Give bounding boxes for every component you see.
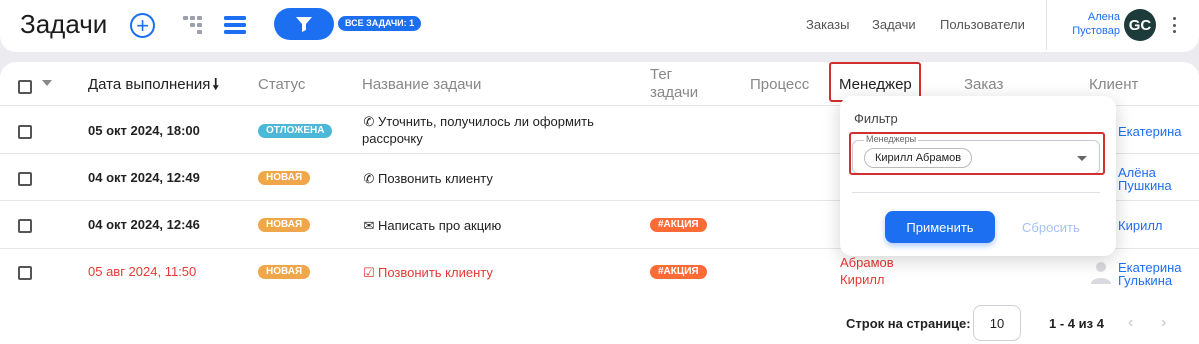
manager-first-name: Кирилл — [840, 272, 885, 287]
prev-page-icon[interactable]: ‹ — [1128, 314, 1133, 332]
row-due-date: 05 окт 2024, 18:00 — [88, 123, 200, 138]
task-link[interactable]: ✆ Позвонить клиенту — [362, 170, 493, 187]
next-page-icon[interactable]: › — [1161, 314, 1166, 332]
funnel-icon — [296, 17, 312, 32]
row-due-date: 04 окт 2024, 12:49 — [88, 170, 200, 185]
task-title: Уточнить, получилось ли оформить — [378, 114, 594, 129]
managers-select-highlight — [849, 132, 1105, 175]
filter-popup-title: Фильтр — [854, 111, 898, 126]
row-due-date: 04 окт 2024, 12:46 — [88, 217, 200, 232]
column-task-name[interactable]: Название задачи — [362, 76, 481, 94]
column-tag-line1: Тег — [650, 66, 673, 83]
add-task-button[interactable]: + — [130, 13, 155, 38]
rows-per-page-select[interactable]: 10 — [973, 305, 1021, 341]
task-title: Написать про акцию — [378, 218, 502, 233]
avatar[interactable]: GC — [1124, 9, 1156, 41]
header-divider — [1046, 0, 1047, 50]
user-placeholder-icon — [1091, 262, 1111, 284]
client-name: Екатерина — [1118, 124, 1182, 139]
column-client[interactable]: Клиент — [1089, 76, 1138, 94]
task-link[interactable]: ✉ Написать про акцию — [362, 217, 502, 234]
client-last-name: Пушкина — [1118, 178, 1172, 193]
user-last-name: Пустовар — [1072, 25, 1120, 37]
task-title-cont: рассрочку — [362, 131, 423, 146]
manager-last-name: Абрамов — [840, 255, 894, 270]
user-first-name: Алена — [1087, 11, 1120, 23]
row-due-date: 05 авг 2024, 11:50 — [88, 264, 197, 279]
column-due-date-label: Дата выполнения — [88, 76, 211, 93]
column-due-date[interactable]: Дата выполнения 🠗 — [88, 76, 219, 94]
status-badge: НОВАЯ — [258, 218, 311, 232]
apply-button[interactable]: Применить — [885, 211, 995, 243]
popup-divider — [852, 192, 1100, 193]
client-link[interactable]: Алёна Пушкина — [1118, 166, 1172, 192]
page-title: Задачи — [20, 9, 108, 39]
client-link[interactable]: Екатерина — [1118, 125, 1182, 138]
nav-orders[interactable]: Заказы — [806, 17, 849, 32]
row-checkbox[interactable] — [18, 219, 32, 233]
tag-badge: #АКЦИЯ — [650, 218, 707, 232]
filter-button[interactable] — [274, 8, 334, 40]
row-checkbox[interactable] — [18, 266, 32, 280]
rows-per-page-label: Строк на странице: — [846, 316, 971, 331]
checkbox-task-icon: ☑ — [363, 265, 375, 280]
client-link[interactable]: Екатерина Гулькина — [1118, 261, 1182, 287]
nav-tasks[interactable]: Задачи — [872, 17, 916, 32]
column-tag-line2: задачи — [650, 84, 699, 101]
task-link[interactable]: ✆ Уточнить, получилось ли оформить рассро… — [362, 113, 594, 147]
client-last-name: Гулькина — [1118, 273, 1173, 288]
row-checkbox[interactable] — [18, 125, 32, 139]
all-tasks-badge: ВСЕ ЗАДАЧИ: 1 — [338, 16, 422, 31]
reset-button[interactable]: Сбросить — [1022, 220, 1080, 235]
client-link[interactable]: Кирилл — [1118, 219, 1163, 232]
phone-icon: ✆ — [363, 114, 375, 129]
status-badge: НОВАЯ — [258, 265, 311, 279]
column-status[interactable]: Статус — [258, 76, 305, 94]
manager-name: Абрамов Кирилл — [840, 254, 894, 288]
client-name: Кирилл — [1118, 218, 1163, 233]
task-link[interactable]: ☑ Позвонить клиенту — [362, 264, 493, 281]
kebab-menu-icon[interactable] — [1168, 15, 1180, 35]
board-view-icon[interactable] — [183, 16, 207, 34]
tag-badge: #АКЦИЯ — [650, 265, 707, 279]
status-badge: ОТЛОЖЕНА — [258, 124, 333, 138]
column-tag[interactable]: Тег задачи — [650, 66, 698, 102]
row-checkbox[interactable] — [18, 172, 32, 186]
plus-icon: + — [136, 12, 149, 38]
nav-users[interactable]: Пользователи — [940, 17, 1025, 32]
select-all-checkbox[interactable] — [18, 80, 32, 94]
column-process[interactable]: Процесс — [750, 76, 809, 94]
sort-desc-icon: 🠗 — [212, 76, 219, 93]
select-menu-caret-icon[interactable] — [42, 80, 52, 86]
mail-icon: ✉ — [363, 218, 375, 233]
column-order[interactable]: Заказ — [964, 76, 1003, 94]
status-badge: НОВАЯ — [258, 171, 311, 185]
pagination-range: 1 - 4 из 4 — [1049, 316, 1104, 331]
task-title: Позвонить клиенту — [378, 265, 493, 280]
list-view-icon[interactable] — [224, 15, 246, 35]
user-name[interactable]: Алена Пустовар — [1066, 10, 1120, 38]
task-title: Позвонить клиенту — [378, 171, 493, 186]
phone-icon: ✆ — [363, 171, 375, 186]
top-header: Задачи + ВСЕ ЗАДАЧИ: 1 Заказы Задачи Пол… — [0, 0, 1199, 52]
filter-popup: Фильтр Менеджеры Кирилл Абрамов Применит… — [840, 96, 1116, 256]
